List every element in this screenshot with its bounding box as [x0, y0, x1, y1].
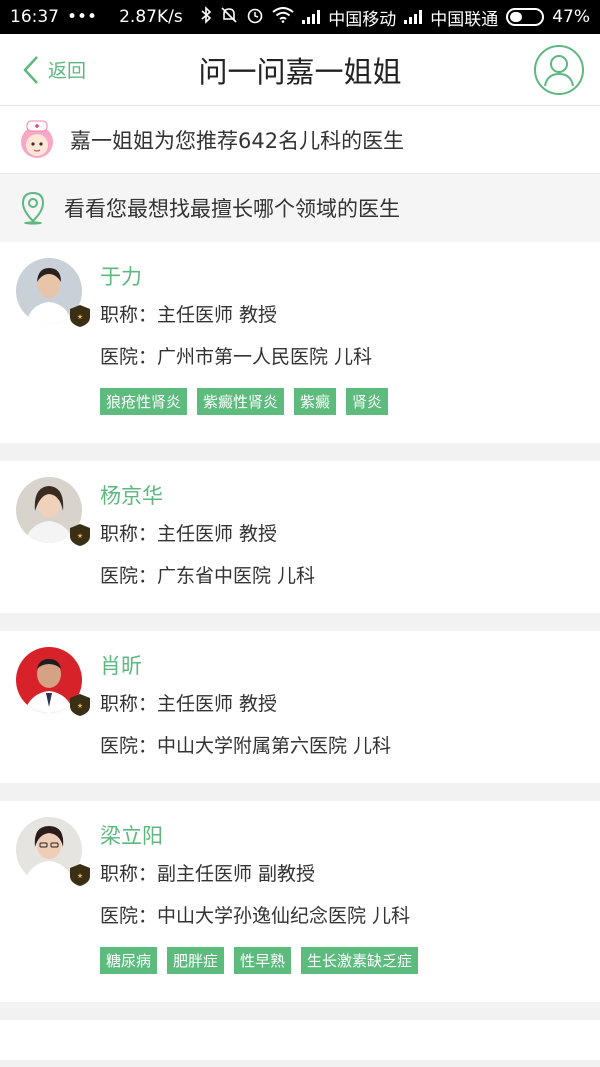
status-time: 16:37: [10, 7, 59, 27]
doctor-hospital: 医院：中山大学附属第六医院 儿科: [100, 735, 392, 757]
doctor-photo: ★: [16, 817, 90, 886]
doctor-card[interactable]: ★ 于力 职称：主任医师 教授 医院：广州市第一人民医院 儿科 狼疮性肾炎 紫癜…: [0, 242, 600, 443]
page-title: 问一问嘉一姐姐: [198, 54, 402, 89]
doctor-list: ★ 于力 职称：主任医师 教授 医院：广州市第一人民医院 儿科 狼疮性肾炎 紫癜…: [0, 242, 600, 1060]
doctor-card[interactable]: ★ 杨京华 职称：主任医师 教授 医院：广东省中医院 儿科: [0, 461, 600, 613]
doctor-hospital: 医院：中山大学孙逸仙纪念医院 儿科: [100, 905, 411, 927]
back-button[interactable]: 返回: [0, 55, 86, 85]
doctor-hospital: 医院：广东省中医院 儿科: [100, 565, 316, 587]
domain-hint-text: 看看您最想找最擅长哪个领域的医生: [64, 197, 400, 221]
svg-text:★: ★: [77, 313, 83, 321]
doctor-photo: ★: [16, 647, 90, 716]
doctor-name: 梁立阳: [100, 824, 163, 848]
specialty-tag[interactable]: 肾炎: [346, 388, 389, 415]
nav-bar: 返回 问一问嘉一姐姐: [0, 34, 600, 106]
recommendation-banner: 嘉一姐姐为您推荐642名儿科的医生: [0, 106, 600, 174]
status-bar: 16:37 ••• 2.87K/s 中国移动 中国联通 47%: [0, 0, 600, 34]
mute-bell-icon: [220, 6, 238, 29]
verified-badge-icon: ★: [70, 864, 90, 886]
chevron-left-icon: [23, 55, 38, 84]
status-network-speed: 2.87K/s: [119, 7, 183, 27]
doctor-title: 职称：主任医师 教授: [100, 693, 278, 715]
battery-icon: [506, 8, 545, 26]
status-more-dots: •••: [67, 7, 98, 27]
specialty-tag[interactable]: 狼疮性肾炎: [100, 388, 188, 415]
signal-strength-icon: [302, 10, 321, 24]
back-label: 返回: [48, 60, 87, 82]
doctor-title: 职称：副主任医师 副教授: [100, 863, 316, 885]
doctor-name: 于力: [100, 265, 142, 289]
doctor-name: 杨京华: [100, 484, 163, 508]
battery-percent: 47%: [552, 7, 590, 27]
verified-badge-icon: ★: [70, 694, 90, 716]
doctor-card[interactable]: ★ 肖昕 职称：主任医师 教授 医院：中山大学附属第六医院 儿科: [0, 631, 600, 783]
location-pin-icon: [21, 191, 45, 225]
specialty-tag[interactable]: 糖尿病: [100, 947, 158, 974]
user-icon: [544, 54, 574, 86]
svg-text:★: ★: [77, 532, 83, 540]
specialty-tag[interactable]: 生长激素缺乏症: [301, 947, 419, 974]
doctor-hospital: 医院：广州市第一人民医院 儿科: [100, 346, 373, 368]
verified-badge-icon: ★: [70, 305, 90, 327]
recommendation-text: 嘉一姐姐为您推荐642名儿科的医生: [70, 128, 405, 153]
verified-badge-icon: ★: [70, 524, 90, 546]
carrier-1: 中国移动: [328, 9, 397, 30]
doctor-title: 职称：主任医师 教授: [100, 523, 278, 545]
user-profile-button[interactable]: [534, 44, 584, 95]
specialty-tag[interactable]: 肥胖症: [167, 947, 225, 974]
svg-text:★: ★: [77, 702, 83, 710]
wifi-icon: [272, 6, 294, 28]
signal-strength-icon-2: [404, 10, 423, 24]
alarm-icon: [246, 6, 264, 29]
specialty-tag[interactable]: 紫癜: [294, 388, 337, 415]
specialty-tags: 狼疮性肾炎 紫癜性肾炎 紫癜 肾炎: [100, 388, 600, 415]
specialty-tags: 糖尿病 肥胖症 性早熟 生长激素缺乏症: [100, 947, 600, 974]
doctor-photo: ★: [16, 477, 90, 546]
specialty-tag[interactable]: 性早熟: [234, 947, 292, 974]
svg-text:★: ★: [77, 872, 83, 880]
carrier-2: 中国联通: [430, 9, 499, 30]
specialty-tag[interactable]: 紫癜性肾炎: [197, 388, 285, 415]
doctor-title: 职称：主任医师 教授: [100, 304, 278, 326]
nurse-avatar-icon: [21, 120, 53, 158]
doctor-card[interactable]: ★ 梁立阳 职称：副主任医师 副教授 医院：中山大学孙逸仙纪念医院 儿科 糖尿病…: [0, 801, 600, 1002]
doctor-card-partial[interactable]: [0, 1020, 600, 1060]
bluetooth-icon: [200, 5, 212, 29]
domain-hint-row[interactable]: 看看您最想找最擅长哪个领域的医生: [0, 174, 600, 242]
doctor-photo: ★: [16, 258, 90, 327]
doctor-name: 肖昕: [100, 654, 142, 678]
